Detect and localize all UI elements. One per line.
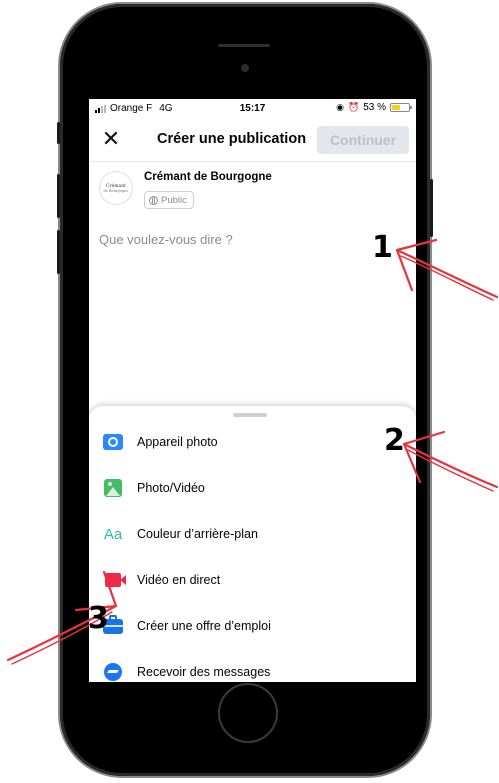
option-get-messages[interactable]: Recevoir des messages xyxy=(89,650,416,682)
location-icon: ◉ xyxy=(336,102,344,112)
globe-icon xyxy=(149,195,158,205)
option-label: Recevoir des messages xyxy=(137,665,271,679)
post-text-input[interactable]: Que voulez-vous dire ? xyxy=(99,232,233,247)
audience-label: Public xyxy=(161,194,187,206)
option-label: Photo/Vidéo xyxy=(137,481,205,495)
volume-down-button xyxy=(57,230,60,274)
option-camera[interactable]: Appareil photo xyxy=(89,420,416,464)
camera-icon xyxy=(103,432,123,452)
photo-icon xyxy=(103,478,123,498)
battery-percentage: 53 % xyxy=(363,102,386,113)
option-label: Couleur d’arrière-plan xyxy=(137,527,258,541)
option-label: Créer une offre d’emploi xyxy=(137,619,271,633)
audience-selector[interactable]: Public xyxy=(144,191,194,209)
avatar-logo-subtext: de Bourgogne xyxy=(103,188,129,193)
mute-switch xyxy=(57,122,60,144)
earpiece-speaker xyxy=(218,44,270,47)
volume-up-button xyxy=(57,174,60,218)
option-background-color[interactable]: Aa Couleur d’arrière-plan xyxy=(89,512,416,556)
option-job-offer[interactable]: Créer une offre d’emploi xyxy=(89,604,416,648)
front-camera xyxy=(241,64,249,72)
page-name: Crémant de Bourgogne xyxy=(144,171,272,183)
text-color-icon: Aa xyxy=(103,525,123,543)
close-icon[interactable]: ✕ xyxy=(99,127,123,151)
messenger-icon xyxy=(103,662,123,682)
composer-header: ✕ Créer une publication Continuer xyxy=(89,121,416,162)
annotation-label-2: 2 xyxy=(384,423,405,458)
status-bar: Orange F 4G 15:17 ◉ ⏰ 53 % xyxy=(89,99,416,119)
option-label: Vidéo en direct xyxy=(137,573,221,587)
continue-button[interactable]: Continuer xyxy=(317,126,409,154)
phone-screen: Orange F 4G 15:17 ◉ ⏰ 53 % ✕ Créer une p… xyxy=(89,99,416,682)
sheet-drag-handle[interactable] xyxy=(233,413,267,417)
option-label: Appareil photo xyxy=(137,435,218,449)
page-title: Créer une publication xyxy=(157,131,307,147)
annotation-label-1: 1 xyxy=(372,230,393,265)
option-photo-video[interactable]: Photo/Vidéo xyxy=(89,466,416,510)
alarm-icon: ⏰ xyxy=(347,102,360,112)
home-button[interactable] xyxy=(218,683,278,743)
live-video-icon xyxy=(103,570,126,590)
option-live-video[interactable]: Vidéo en direct xyxy=(89,558,416,602)
battery-icon xyxy=(390,103,412,112)
avatar: Crémant de Bourgogne xyxy=(99,171,133,205)
post-options-sheet: Appareil photo Photo/Vidéo Aa Couleur d’… xyxy=(89,406,416,682)
annotation-label-3: 3 xyxy=(88,601,109,636)
power-button xyxy=(430,179,433,237)
